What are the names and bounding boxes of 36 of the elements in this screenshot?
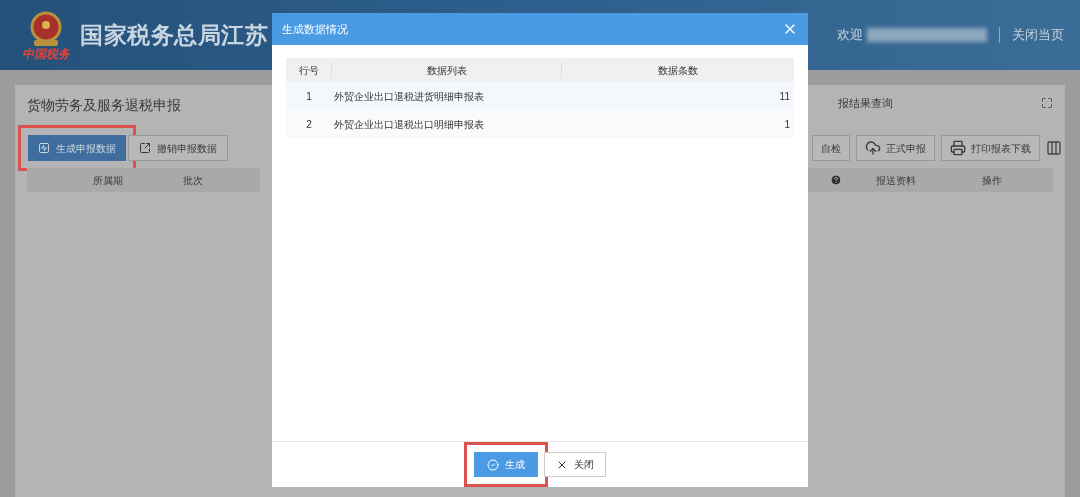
table-cell-text: 外贸企业出口退税出口明细申报表	[333, 117, 485, 132]
toolbar-button[interactable]: 打印报表下载	[941, 135, 1040, 161]
panel-title: 货物劳务及服务退税申报	[26, 96, 182, 115]
column-header: 行号	[286, 62, 332, 78]
chart-icon	[38, 142, 50, 154]
table-cell-text: 1	[784, 117, 791, 132]
table-cell-text: 1	[305, 89, 313, 104]
table-row[interactable]: 2 外贸企业出口退税出口明细申报表 1	[286, 110, 794, 138]
column-header: 报送资料	[876, 173, 916, 188]
columns-icon[interactable]	[1046, 140, 1062, 156]
table-cell-text: 11	[779, 89, 791, 104]
column-header: 批次	[183, 173, 203, 188]
table-row[interactable]: 1 外贸企业出口退税进货明细申报表 11	[286, 82, 794, 110]
column-header: 数据列表	[332, 62, 562, 78]
close-page-link[interactable]: 关闭当页	[1012, 25, 1064, 45]
toolbar-button[interactable]: 自检	[812, 135, 850, 161]
cloud-upload-icon	[865, 140, 881, 156]
column-header: 所属期	[93, 173, 123, 188]
toolbar-button[interactable]: 生成申报数据	[28, 135, 126, 161]
table-cell-text: 2	[305, 117, 313, 132]
printer-icon	[950, 140, 966, 156]
table-cell-text: 外贸企业出口退税进货明细申报表	[333, 89, 485, 104]
toolbar-button[interactable]: 撤销申报数据	[128, 135, 228, 161]
logo-text: 中国税务	[22, 48, 70, 60]
site-title: 国家税务总局江苏	[80, 20, 269, 50]
help-icon[interactable]	[830, 174, 842, 186]
dialog-title: 生成数据情况	[282, 21, 348, 37]
column-header: 数据条数	[657, 63, 699, 78]
fullscreen-icon[interactable]	[1041, 97, 1053, 109]
check-icon	[487, 458, 499, 471]
welcome-text: 欢迎	[837, 26, 863, 45]
export-icon	[139, 142, 151, 154]
column-header: 操作	[982, 173, 1002, 188]
tab-title[interactable]: 报结果查询	[838, 95, 893, 112]
cancel-button[interactable]: 关闭	[544, 452, 606, 477]
toolbar-button[interactable]: 正式申报	[856, 135, 935, 161]
